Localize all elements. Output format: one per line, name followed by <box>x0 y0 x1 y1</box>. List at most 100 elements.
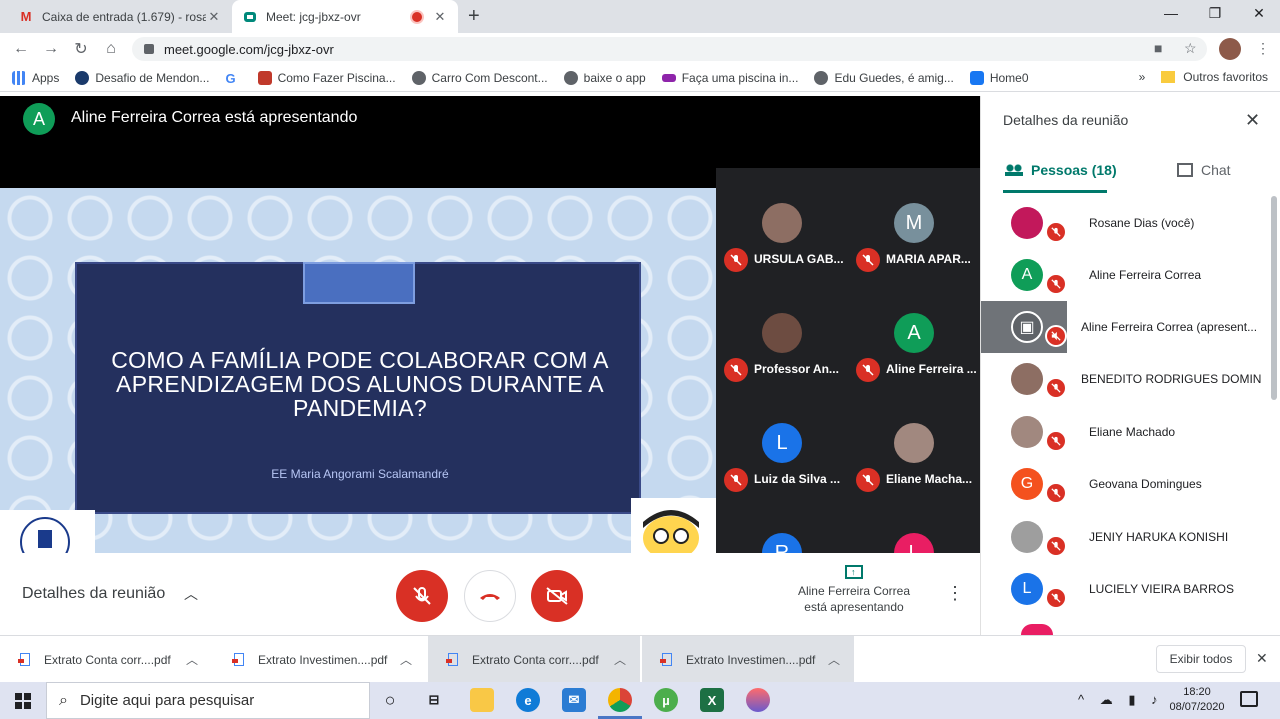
volume-off-icon <box>1045 325 1067 347</box>
close-icon[interactable]: ✕ <box>206 9 222 25</box>
camera-toggle-button[interactable] <box>531 570 583 622</box>
file-explorer-icon[interactable] <box>470 688 494 712</box>
tab-gmail[interactable]: M Caixa de entrada (1.679) - rosane ✕ <box>8 0 232 33</box>
participant-row[interactable]: JENIY HARUKA KONISHI <box>981 511 1273 563</box>
home-button[interactable]: ⌂ <box>96 40 126 58</box>
other-bookmarks[interactable]: Outros favoritos <box>1183 70 1268 84</box>
close-icon[interactable]: ✕ <box>1256 650 1268 667</box>
star-icon[interactable]: ☆ <box>1184 40 1197 57</box>
chevron-up-icon[interactable]: ︿ <box>614 651 626 668</box>
participant-row[interactable]: A Aline Ferreira Correa <box>981 249 1273 301</box>
globe-icon <box>411 71 426 85</box>
participant-tile[interactable]: L <box>848 498 980 553</box>
participant-tile[interactable]: Professor An... <box>716 278 848 388</box>
mic-off-icon <box>1045 377 1067 399</box>
bookmark-carro[interactable]: Carro Com Descont... <box>411 71 548 85</box>
show-all-downloads-button[interactable]: Exibir todos <box>1156 645 1246 673</box>
participant-tile[interactable]: R <box>716 498 848 553</box>
participant-row[interactable]: Eliane Machado <box>981 406 1273 458</box>
new-tab-button[interactable]: + <box>468 5 480 28</box>
edge-icon[interactable]: e <box>516 688 540 712</box>
participant-row-presentation[interactable]: ▣ Aline Ferreira Correa (apresent... <box>981 301 1273 353</box>
participant-tile[interactable]: M MARIA APAR... <box>848 168 980 278</box>
bookmark-google[interactable]: G <box>225 71 241 86</box>
bookmark-piscina[interactable]: Como Fazer Piscina... <box>257 71 396 85</box>
utorrent-icon[interactable]: µ <box>654 688 678 712</box>
mic-off-icon <box>856 468 880 492</box>
search-icon: ⌕ <box>59 691 68 709</box>
chevron-up-icon[interactable]: ︿ <box>400 651 412 668</box>
present-status-button[interactable]: ↑ Aline Ferreira Correa está apresentand… <box>790 565 918 615</box>
scrollbar[interactable] <box>1271 196 1277 400</box>
chrome-icon[interactable] <box>598 688 642 719</box>
gmail-icon: M <box>20 9 32 24</box>
bookmark-baixe[interactable]: baixe o app <box>563 71 646 85</box>
windows-icon <box>15 692 31 709</box>
excel-icon[interactable]: X <box>700 688 724 712</box>
participant-tile[interactable]: A Aline Ferreira ... <box>848 278 980 388</box>
address-bar[interactable]: meet.google.com/jcg-jbxz-ovr <box>132 37 1207 61</box>
participant-row[interactable]: BENEDITO RODRIGUES DOMIN... <box>981 353 1273 405</box>
participant-name: MARIA APAR... <box>886 252 971 266</box>
restore-button[interactable]: ❐ <box>1192 5 1238 22</box>
avatar: M <box>894 203 934 243</box>
windows-start-button[interactable] <box>0 682 46 719</box>
task-view-icon[interactable]: ⊟ <box>422 688 446 712</box>
bookmark-edu-guedes[interactable]: Edu Guedes, é amig... <box>814 71 954 85</box>
download-item[interactable]: Extrato Investimen....pdf ︿ <box>214 636 426 683</box>
minimize-button[interactable]: — <box>1148 5 1194 21</box>
cortana-icon[interactable]: ○ <box>378 688 402 712</box>
globe-icon <box>563 71 578 85</box>
avatar: A <box>894 313 934 353</box>
clock[interactable]: 18:20 08/07/2020 <box>1164 685 1230 715</box>
tab-chat[interactable]: Chat <box>1177 162 1231 178</box>
tab-meet[interactable]: Meet: jcg-jbxz-ovr ✕ <box>232 0 458 33</box>
school-logo <box>0 510 95 567</box>
avatar <box>1021 624 1053 635</box>
system-tray[interactable]: ^ ☁ ▮ ♪ <box>1078 692 1164 708</box>
tab-people[interactable]: Pessoas (18) <box>1003 162 1117 193</box>
paint-icon[interactable] <box>746 688 770 712</box>
present-screen-icon: ↑ <box>845 565 863 579</box>
nike-icon <box>75 71 90 85</box>
google-icon: G <box>225 71 236 86</box>
bookmark-apps[interactable]: Apps <box>12 71 59 85</box>
mic-off-icon <box>413 587 431 605</box>
close-icon[interactable]: ✕ <box>1245 110 1260 131</box>
avatar <box>762 313 802 353</box>
bookmark-home0[interactable]: Home0 <box>969 71 1029 85</box>
participant-name: Geovana Domingues <box>1089 477 1202 491</box>
more-options-icon[interactable]: ⋮ <box>946 583 964 604</box>
bookmark-faca-piscina[interactable]: Faça uma piscina in... <box>661 71 798 85</box>
more-bookmarks-button[interactable]: » <box>1139 70 1146 84</box>
mic-off-icon <box>1045 482 1067 504</box>
participant-row[interactable]: L LUCIELY VIEIRA BARROS <box>981 563 1273 615</box>
mail-icon[interactable]: ✉ <box>562 688 586 712</box>
participant-tile[interactable]: L Luiz da Silva ... <box>716 388 848 498</box>
download-item[interactable]: Extrato Conta corr....pdf ︿ <box>428 636 640 683</box>
download-item[interactable]: Extrato Investimen....pdf ︿ <box>642 636 854 683</box>
chevron-up-icon[interactable]: ︿ <box>828 651 840 668</box>
download-item[interactable]: Extrato Conta corr....pdf ︿ <box>0 636 212 683</box>
notifications-icon[interactable] <box>1240 691 1258 707</box>
bookmark-desafio[interactable]: Desafio de Mendon... <box>75 71 209 85</box>
participant-tile[interactable]: Eliane Macha... <box>848 388 980 498</box>
forward-button[interactable]: → <box>36 40 66 58</box>
mic-toggle-button[interactable] <box>396 570 448 622</box>
chevron-up-icon[interactable]: ︿ <box>186 651 198 668</box>
chevron-up-icon[interactable]: ︿ <box>184 584 198 604</box>
leave-call-button[interactable] <box>464 570 516 622</box>
participant-row[interactable]: Rosane Dias (você) <box>981 197 1273 249</box>
participant-tile[interactable]: URSULA GAB... <box>716 168 848 278</box>
close-icon[interactable]: ✕ <box>432 9 448 25</box>
back-button[interactable]: ← <box>6 40 36 58</box>
menu-icon[interactable]: ⋮ <box>1256 40 1270 57</box>
reload-button[interactable]: ↻ <box>66 39 96 59</box>
window-close-button[interactable]: ✕ <box>1236 5 1280 22</box>
download-filename: Extrato Investimen....pdf <box>686 652 816 667</box>
profile-avatar[interactable] <box>1219 38 1241 60</box>
participant-row[interactable]: G Geovana Domingues <box>981 458 1273 510</box>
camera-icon[interactable]: ■ <box>1154 40 1162 56</box>
meeting-details-button[interactable]: Detalhes da reunião <box>22 585 165 603</box>
taskbar-search[interactable]: ⌕ Digite aqui para pesquisar <box>46 682 370 719</box>
